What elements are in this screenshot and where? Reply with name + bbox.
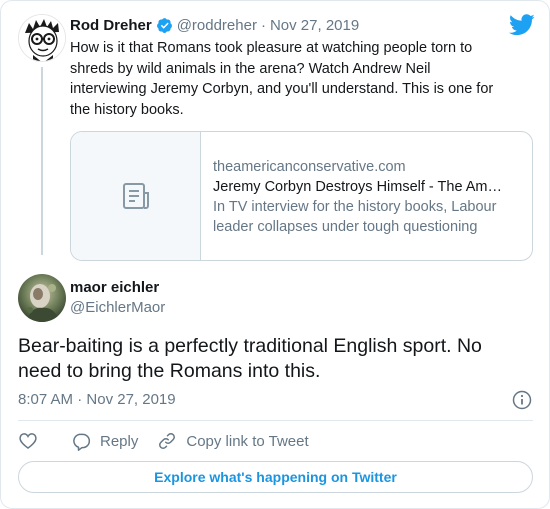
main-author-handle[interactable]: @EichlerMaor [70,299,165,316]
tweet-actions: Reply Copy link to Tweet [18,431,309,451]
main-tweet-timestamp[interactable]: 8:07 AM · Nov 27, 2019 [18,391,176,408]
parent-tweet-header: Rod Dreher @roddreher · Nov 27, 2019 [70,17,359,34]
main-tweet-text: Bear-baiting is a perfectly traditional … [18,335,482,382]
main-author-avatar[interactable] [18,274,66,322]
document-icon [122,183,149,209]
copy-link-button[interactable]: Copy link to Tweet [157,431,309,451]
link-card-body: theamericanconservative.com Jeremy Corby… [201,132,532,260]
twitter-bird-icon[interactable] [509,14,535,36]
link-description: In TV interview for the history books, L… [213,199,497,235]
parent-author-avatar[interactable] [18,14,66,62]
reply-label: Reply [100,432,139,450]
verified-badge-icon [156,18,172,33]
tweet-date: Nov 27, 2019 [86,391,176,408]
copy-link-label: Copy link to Tweet [186,432,309,450]
link-preview-card[interactable]: theamericanconservative.com Jeremy Corby… [70,131,533,261]
header-separator: · [260,17,266,34]
divider [18,420,533,421]
parent-author-name[interactable]: Rod Dreher [70,17,152,34]
reply-button[interactable]: Reply [71,431,138,451]
parent-tweet-date[interactable]: Nov 27, 2019 [270,17,359,34]
link-title: Jeremy Corbyn Destroys Himself - The Am… [213,179,502,195]
main-author-name[interactable]: maor eichler [70,279,159,296]
heart-icon [19,433,37,450]
tweet-time: 8:07 AM [18,391,74,408]
reply-icon [73,433,91,451]
timestamp-separator: · [77,391,83,408]
info-icon[interactable] [512,390,532,410]
tweet-embed-card: Rod Dreher @roddreher · Nov 27, 2019 How… [0,0,550,509]
link-thumbnail [71,132,201,260]
like-button[interactable] [18,431,38,451]
explore-twitter-button[interactable]: Explore what's happening on Twitter [18,461,533,493]
link-domain: theamericanconservative.com [213,159,406,175]
parent-author-handle[interactable]: @roddreher [177,17,257,34]
parent-tweet-text: How is it that Romans took pleasure at w… [70,40,494,118]
link-icon [159,433,176,449]
thread-connector-line [41,67,43,255]
